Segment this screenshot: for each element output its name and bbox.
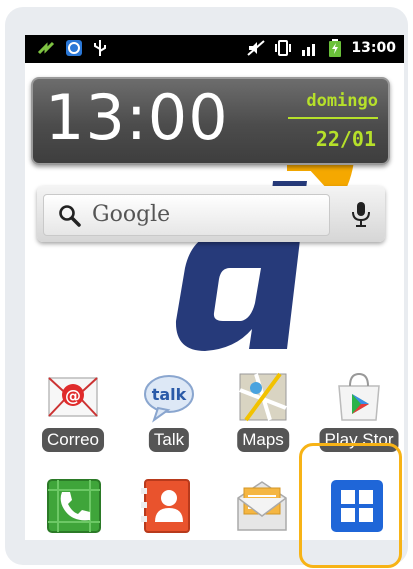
signal-icon [302, 44, 316, 56]
clock-day: domingo [306, 91, 378, 111]
svg-text:talk: talk [152, 385, 187, 404]
play-store-icon [338, 372, 380, 421]
vibrate-icon [275, 40, 292, 56]
clock-date: 22/01 [315, 127, 376, 151]
clock-widget[interactable]: 13:00 domingo 22/01 [31, 77, 390, 165]
search-label: Google [92, 202, 171, 227]
app-label: Maps [237, 428, 289, 452]
svg-text:@: @ [65, 386, 81, 405]
google-search-widget: Google [37, 186, 385, 242]
sync-icon [37, 41, 55, 55]
clock-time: 13:00 [45, 81, 229, 154]
browser-icon [66, 40, 82, 56]
search-input[interactable]: Google [43, 194, 330, 236]
app-label: Talk [148, 428, 190, 452]
highlight-box [299, 443, 402, 568]
usb-icon [94, 40, 106, 56]
status-time: 13:00 [351, 40, 396, 56]
contacts-icon[interactable] [137, 476, 197, 536]
messaging-icon[interactable] [232, 476, 292, 536]
status-bar: 13:00 [25, 35, 404, 63]
mic-icon[interactable] [341, 196, 381, 232]
maps-icon [239, 372, 287, 422]
talk-icon: talk [144, 375, 194, 423]
app-label: Correo [42, 428, 104, 452]
search-icon [59, 205, 81, 227]
email-icon: @ [48, 377, 98, 417]
phone-icon[interactable] [44, 476, 104, 536]
battery-icon [329, 39, 342, 57]
clock-divider [288, 117, 378, 119]
mute-icon [247, 40, 266, 56]
